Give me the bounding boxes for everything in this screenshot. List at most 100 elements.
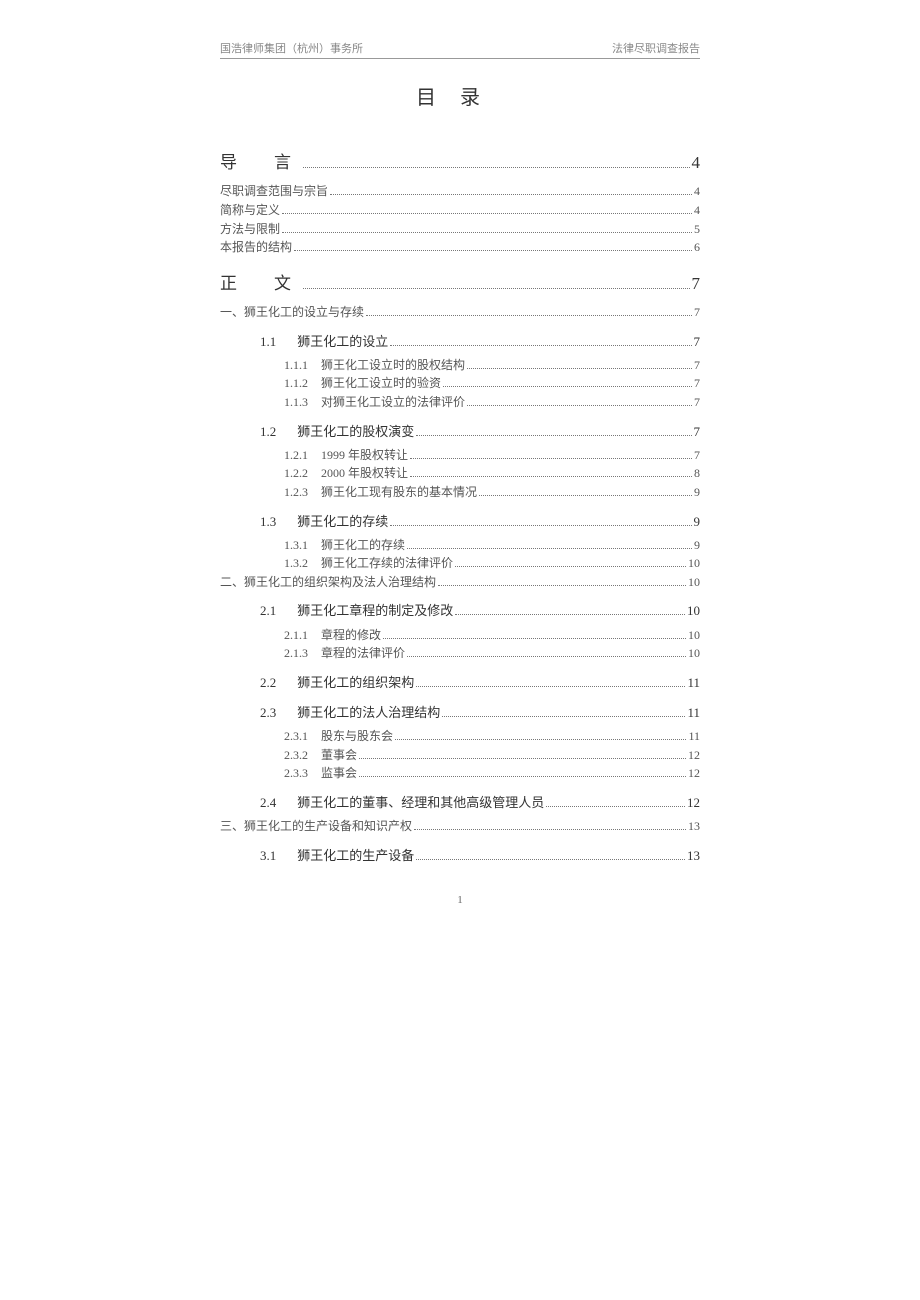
toc-label: 1.2.3 狮王化工现有股东的基本情况	[284, 483, 477, 502]
toc-leader-dots	[467, 368, 692, 369]
toc-leader-dots	[366, 315, 692, 316]
toc-leader-dots	[359, 758, 686, 759]
toc-page: 7	[694, 332, 701, 352]
toc-entry: 导 言4	[220, 150, 700, 176]
toc-label: 1.2 狮王化工的股权演变	[260, 422, 414, 442]
toc-page: 7	[692, 271, 701, 297]
toc-page: 7	[694, 422, 701, 442]
toc-page: 8	[694, 464, 700, 483]
toc-page: 10	[688, 554, 700, 573]
toc-entry: 三、狮王化工的生产设备和知识产权13	[220, 817, 700, 836]
toc-leader-dots	[416, 686, 685, 687]
toc-text: 监事会	[318, 766, 357, 780]
toc-entry: 正 文 7	[220, 271, 700, 297]
toc-text: 章程的修改	[318, 628, 381, 642]
toc-page: 9	[694, 536, 700, 555]
toc-label: 本报告的结构	[220, 238, 292, 257]
toc-number: 1.3	[260, 512, 294, 532]
toc-page: 7	[694, 303, 700, 322]
toc-entry: 1.2.1 1999 年股权转让 7	[220, 446, 700, 465]
toc-label: 2.3.1 股东与股东会	[284, 727, 393, 746]
toc-label: 三、狮王化工的生产设备和知识产权	[220, 817, 412, 836]
toc-leader-dots	[414, 829, 686, 830]
toc-leader-dots	[395, 739, 686, 740]
toc-page: 12	[688, 764, 700, 783]
toc-label: 正 文	[220, 271, 301, 297]
toc-page: 4	[692, 150, 701, 176]
toc-text: 狮王化工章程的制定及修改	[294, 603, 453, 618]
toc-text: 狮王化工现有股东的基本情况	[318, 485, 477, 499]
toc-entry: 2.4 狮王化工的董事、经理和其他高级管理人员12	[220, 793, 700, 813]
toc-page: 9	[694, 483, 700, 502]
toc-leader-dots	[546, 806, 685, 807]
toc-entry: 尽职调查范围与宗旨4	[220, 182, 700, 201]
toc-text: 章程的法律评价	[318, 646, 405, 660]
page-number: 1	[220, 894, 700, 906]
toc-entry: 1.2.3 狮王化工现有股东的基本情况 9	[220, 483, 700, 502]
toc-page: 10	[687, 601, 700, 621]
toc-entry: 1.1.1 狮王化工设立时的股权结构7	[220, 356, 700, 375]
page: 国浩律师集团（杭州）事务所 法律尽职调查报告 目录 导 言4尽职调查范围与宗旨4…	[0, 0, 920, 946]
toc-label: 2.1 狮王化工章程的制定及修改	[260, 601, 453, 621]
toc-text: 狮王化工的组织架构	[294, 675, 414, 690]
toc-entry: 2.3 狮王化工的法人治理结构11	[220, 703, 700, 723]
toc-number: 2.4	[260, 793, 294, 813]
toc-label: 1.3 狮王化工的存续	[260, 512, 388, 532]
toc-number: 2.3.2	[284, 746, 318, 765]
toc-label: 2.3.2 董事会	[284, 746, 357, 765]
toc-leader-dots	[390, 345, 691, 346]
toc-leader-dots	[330, 194, 692, 195]
toc-entry: 1.2 狮王化工的股权演变 7	[220, 422, 700, 442]
toc-entry: 2.3.1 股东与股东会11	[220, 727, 700, 746]
toc-number: 2.3	[260, 703, 294, 723]
toc-label: 方法与限制	[220, 220, 280, 239]
toc-number: 1.1	[260, 332, 294, 352]
toc-leader-dots	[443, 386, 692, 387]
toc-entry: 1.3.1 狮王化工的存续9	[220, 536, 700, 555]
toc-number: 2.3.1	[284, 727, 318, 746]
toc-number: 1.1.2	[284, 374, 318, 393]
toc-leader-dots	[410, 458, 692, 459]
toc-number: 1.3.2	[284, 554, 318, 573]
toc-entry: 2.1.1 章程的修改10	[220, 626, 700, 645]
toc-text: 狮王化工的股权演变	[294, 424, 414, 439]
header-right: 法律尽职调查报告	[612, 40, 700, 56]
toc-label: 1.2.2 2000 年股权转让	[284, 464, 408, 483]
toc-leader-dots	[442, 716, 685, 717]
toc-label: 2.1.1 章程的修改	[284, 626, 381, 645]
toc-text: 狮王化工设立时的验资	[318, 376, 441, 390]
toc-entry: 2.2 狮王化工的组织架构11	[220, 673, 700, 693]
toc-entry: 1.1.2 狮王化工设立时的验资7	[220, 374, 700, 393]
toc-leader-dots	[294, 250, 692, 251]
toc-page: 5	[694, 220, 700, 239]
toc-leader-dots	[407, 548, 692, 549]
content-area: 国浩律师集团（杭州）事务所 法律尽职调查报告 目录 导 言4尽职调查范围与宗旨4…	[220, 40, 700, 906]
toc-leader-dots	[383, 638, 686, 639]
toc-page: 12	[688, 746, 700, 765]
toc-leader-dots	[390, 525, 691, 526]
toc-entry: 2.1.3 章程的法律评价10	[220, 644, 700, 663]
toc-label: 2.4 狮王化工的董事、经理和其他高级管理人员	[260, 793, 544, 813]
toc-leader-dots	[282, 232, 692, 233]
toc-label: 二、狮王化工的组织架构及法人治理结构	[220, 573, 436, 592]
toc-page: 7	[694, 393, 700, 412]
toc-label: 尽职调查范围与宗旨	[220, 182, 328, 201]
toc-number: 1.3.1	[284, 536, 318, 555]
toc-number: 2.3.3	[284, 764, 318, 783]
toc-text: 股东与股东会	[318, 729, 393, 743]
toc-leader-dots	[455, 614, 685, 615]
toc-leader-dots	[479, 495, 692, 496]
toc-number: 1.2.1	[284, 446, 318, 465]
toc-leader-dots	[438, 585, 686, 586]
toc-label: 3.1 狮王化工的生产设备	[260, 846, 414, 866]
toc-text: 1999 年股权转让	[318, 448, 408, 462]
toc-label: 1.3.2 狮王化工存续的法律评价	[284, 554, 453, 573]
toc-text: 狮王化工的董事、经理和其他高级管理人员	[294, 795, 544, 810]
toc-entry: 一、狮王化工的设立与存续7	[220, 303, 700, 322]
toc-page: 7	[694, 446, 700, 465]
toc-entry: 1.2.2 2000 年股权转让 8	[220, 464, 700, 483]
toc-entry: 1.3.2 狮王化工存续的法律评价 10	[220, 554, 700, 573]
toc-text: 狮王化工的法人治理结构	[294, 705, 440, 720]
toc-page: 13	[687, 846, 700, 866]
toc-entry: 二、狮王化工的组织架构及法人治理结构10	[220, 573, 700, 592]
